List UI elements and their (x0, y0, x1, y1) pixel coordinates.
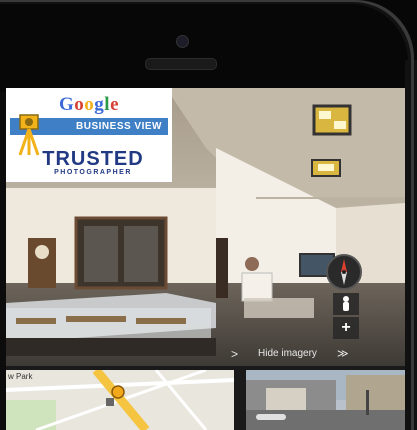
phone-screen: Google BUSINESS VIEW TRUSTED PHOTOGRAPHE… (6, 88, 405, 430)
hide-imagery-bar: > Hide imagery ≫ (184, 345, 364, 363)
hide-imagery-button[interactable]: Hide imagery (258, 345, 317, 363)
front-camera (176, 35, 189, 48)
street-photo (246, 370, 405, 430)
street-view-thumbnail[interactable] (246, 370, 405, 430)
bottom-panels: w Park (6, 366, 405, 430)
map-place-label: w Park (8, 372, 33, 381)
street-view-controls: + (326, 254, 368, 354)
badge-title: TRUSTED (42, 148, 144, 170)
collapse-icon[interactable]: ≫ (337, 345, 349, 363)
map-thumbnail[interactable]: w Park (6, 370, 234, 430)
phone-side-bezel (405, 60, 417, 430)
trusted-photographer-badge: Google BUSINESS VIEW TRUSTED PHOTOGRAPHE… (6, 88, 172, 182)
compass-icon[interactable] (326, 254, 362, 290)
zoom-in-button[interactable]: + (333, 317, 359, 339)
earpiece-speaker (145, 58, 217, 70)
phone-mockup: Google BUSINESS VIEW TRUSTED PHOTOGRAPHE… (0, 0, 417, 430)
pegman-icon[interactable] (333, 293, 359, 315)
street-view-panorama[interactable]: Google BUSINESS VIEW TRUSTED PHOTOGRAPHE… (6, 88, 405, 366)
next-arrow-icon[interactable]: > (231, 345, 238, 363)
map-image (6, 370, 234, 430)
badge-subtitle: PHOTOGRAPHER (54, 169, 132, 176)
phone-top-bezel (0, 0, 417, 92)
